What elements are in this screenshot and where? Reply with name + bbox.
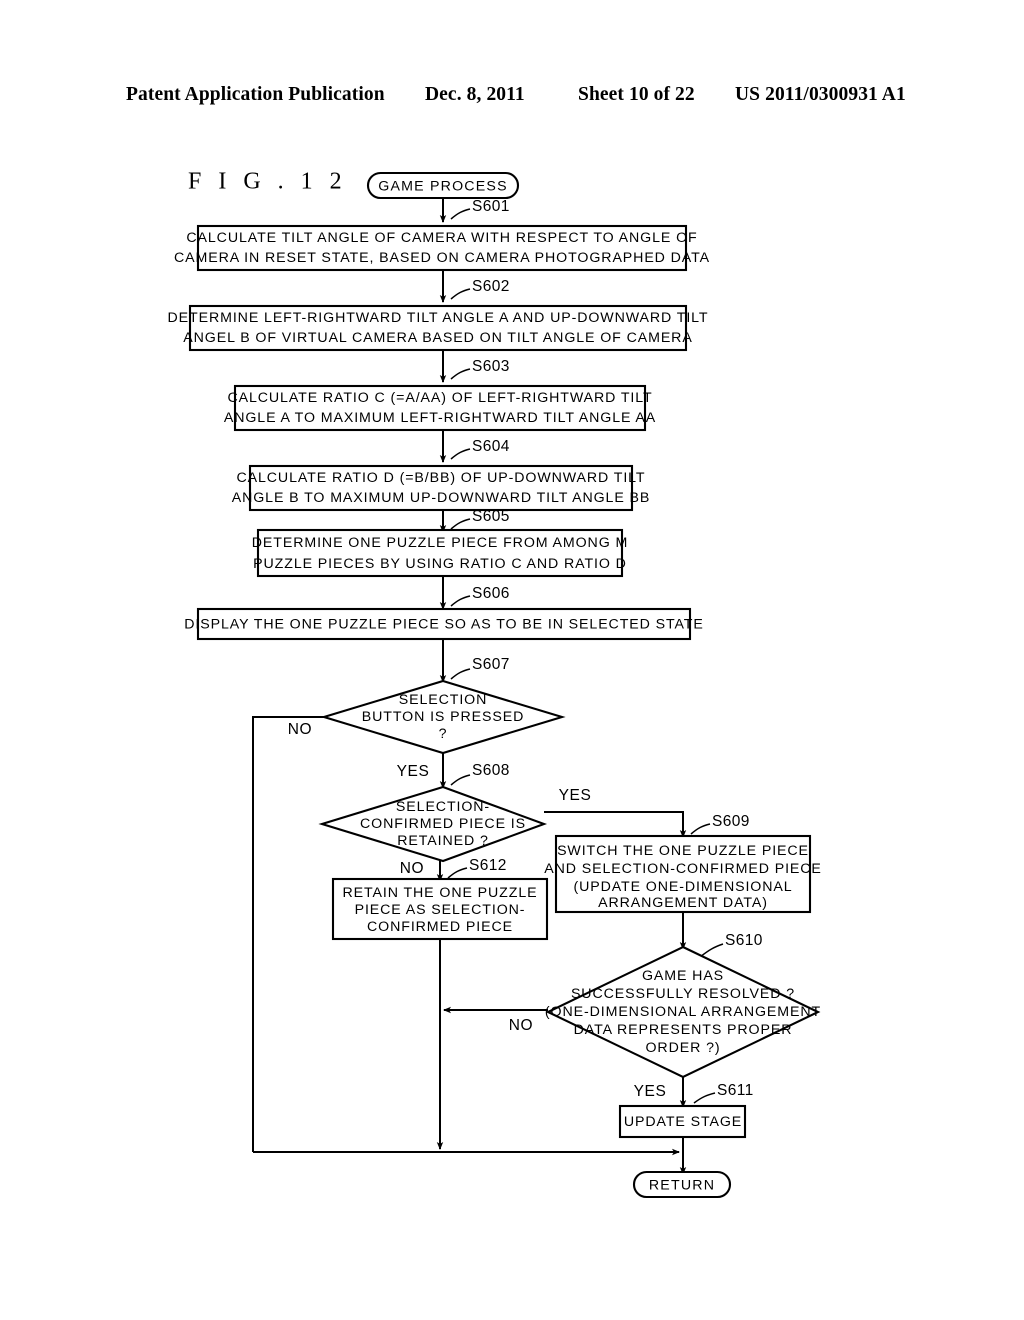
step-label-s608: S608 bbox=[472, 762, 510, 779]
leader-s605 bbox=[450, 518, 471, 530]
connector-s607-no-loop bbox=[252, 716, 324, 1152]
process-s611-line-1: UPDATE STAGE bbox=[624, 1114, 742, 1130]
branch-label-s608-no: NO bbox=[400, 860, 424, 877]
step-label-s611: S611 bbox=[717, 1082, 754, 1099]
process-s601-line-2: CAMERA IN RESET STATE, BASED ON CAMERA P… bbox=[174, 250, 710, 266]
leader-s611 bbox=[693, 1092, 716, 1104]
step-label-s609: S609 bbox=[712, 813, 750, 830]
branch-label-s610-yes: YES bbox=[634, 1083, 667, 1100]
step-label-s604: S604 bbox=[472, 438, 510, 455]
process-s612-line-2: PIECE AS SELECTION- bbox=[355, 902, 526, 918]
branch-label-s610-no: NO bbox=[509, 1017, 533, 1034]
leader-s602 bbox=[450, 288, 471, 300]
branch-label-s607-no: NO bbox=[288, 721, 312, 738]
step-label-s610: S610 bbox=[725, 932, 763, 949]
decision-s610-line-2: SUCCESSFULLY RESOLVED ? bbox=[571, 986, 795, 1002]
process-s602-line-2: ANGEL B OF VIRTUAL CAMERA BASED ON TILT … bbox=[183, 330, 692, 346]
process-s609-line-3: (UPDATE ONE-DIMENSIONAL bbox=[573, 879, 792, 895]
figure-title: F I G . 1 2 bbox=[188, 169, 347, 195]
process-s605-line-2: PUZZLE PIECES BY USING RATIO C AND RATIO… bbox=[253, 556, 627, 572]
leader-s609 bbox=[690, 823, 711, 835]
step-label-s612: S612 bbox=[469, 857, 507, 874]
leader-s603 bbox=[450, 368, 471, 380]
process-s609-line-4: ARRANGEMENT DATA) bbox=[598, 895, 768, 911]
decision-s610-line-4: DATA REPRESENTS PROPER bbox=[574, 1022, 793, 1038]
step-label-s605: S605 bbox=[472, 508, 510, 525]
step-label-s601: S601 bbox=[472, 198, 510, 215]
terminal-return-label: RETURN bbox=[649, 1177, 715, 1193]
process-s612-line-3: CONFIRMED PIECE bbox=[367, 919, 513, 935]
process-s606-line-1: DISPLAY THE ONE PUZZLE PIECE SO AS TO BE… bbox=[184, 616, 703, 632]
patent-page: Patent Application Publication Dec. 8, 2… bbox=[0, 0, 1024, 1320]
decision-s607-line-2: BUTTON IS PRESSED bbox=[362, 709, 524, 725]
terminal-game-process-label: GAME PROCESS bbox=[378, 178, 508, 194]
branch-label-s607-yes: YES bbox=[397, 763, 430, 780]
decision-s610-line-5: ORDER ?) bbox=[646, 1040, 721, 1056]
decision-s608-line-2: CONFIRMED PIECE IS bbox=[360, 816, 526, 832]
process-s604-line-2: ANGLE B TO MAXIMUM UP-DOWNWARD TILT ANGL… bbox=[232, 490, 651, 506]
decision-s608-line-1: SELECTION- bbox=[396, 799, 490, 815]
connector-s608-yes-to-s609 bbox=[544, 811, 687, 838]
leader-s608 bbox=[450, 774, 471, 786]
step-label-s607: S607 bbox=[472, 656, 510, 673]
leader-s610 bbox=[699, 943, 724, 958]
process-s603-line-2: ANGLE A TO MAXIMUM LEFT-RIGHTWARD TILT A… bbox=[224, 410, 656, 426]
process-s604-line-1: CALCULATE RATIO D (=B/BB) OF UP-DOWNWARD… bbox=[236, 470, 645, 486]
process-s609-line-1: SWITCH THE ONE PUZZLE PIECE bbox=[557, 843, 809, 859]
step-label-s606: S606 bbox=[472, 585, 510, 602]
decision-s607-line-3: ? bbox=[439, 726, 448, 742]
decision-s610-line-3: (ONE-DIMENSIONAL ARRANGEMENT bbox=[545, 1004, 821, 1020]
step-label-s603: S603 bbox=[472, 358, 510, 375]
decision-s610-line-1: GAME HAS bbox=[642, 968, 724, 984]
process-s609-line-2: AND SELECTION-CONFIRMED PIECE bbox=[544, 861, 822, 877]
branch-label-s608-yes: YES bbox=[559, 787, 592, 804]
leader-s607 bbox=[450, 668, 471, 680]
process-s602-line-1: DETERMINE LEFT-RIGHTWARD TILT ANGLE A AN… bbox=[168, 310, 709, 326]
leader-s604 bbox=[450, 448, 471, 460]
leader-s612 bbox=[447, 867, 468, 879]
step-label-s602: S602 bbox=[472, 278, 510, 295]
leader-s606 bbox=[450, 595, 471, 607]
process-s612-line-1: RETAIN THE ONE PUZZLE bbox=[343, 885, 538, 901]
decision-s608-line-3: RETAINED ? bbox=[397, 833, 489, 849]
process-s603-line-1: CALCULATE RATIO C (=A/AA) OF LEFT-RIGHTW… bbox=[227, 390, 652, 406]
process-s605-line-1: DETERMINE ONE PUZZLE PIECE FROM AMONG M bbox=[252, 535, 628, 551]
decision-s607-line-1: SELECTION bbox=[399, 692, 488, 708]
flowchart-figure: F I G . 1 2 GAME PROCESS S601 CALCULATE … bbox=[0, 0, 1024, 1320]
process-s601-line-1: CALCULATE TILT ANGLE OF CAMERA WITH RESP… bbox=[186, 230, 697, 246]
leader-s601 bbox=[450, 208, 471, 220]
